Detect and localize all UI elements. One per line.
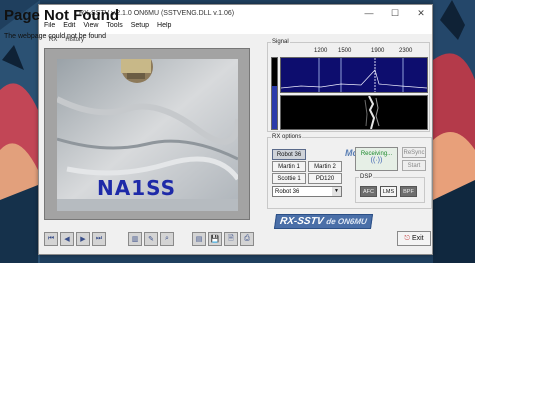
app-logo-suffix: de ON6MU xyxy=(325,217,368,226)
error-title: Page Not Found xyxy=(4,7,119,24)
antenna-icon: ((·)) xyxy=(370,157,383,164)
print-button[interactable]: ⎙ xyxy=(240,232,254,246)
edit-tool-button[interactable]: ✎ xyxy=(144,232,158,246)
first-image-button[interactable]: ⏮ xyxy=(44,232,58,246)
mode-select[interactable]: Robot 36 ▼ xyxy=(272,186,342,197)
spectrum-plot xyxy=(280,58,428,92)
rx-sstv-window: RX-SSTV v.2.1.0 ON6MU (SSTVENG.DLL v.1.0… xyxy=(38,4,433,255)
waterfall-display xyxy=(280,95,428,130)
freq-tick-1500: 1500 xyxy=(338,48,352,54)
received-image: NA1SS xyxy=(57,59,238,211)
next-image-button[interactable]: ▶ xyxy=(76,232,90,246)
mode-martin2-button[interactable]: Martin 2 xyxy=(308,161,342,172)
callsign-overlay: NA1SS xyxy=(97,176,177,200)
slant-tool-button[interactable]: ▥ xyxy=(128,232,142,246)
mode-pd120-button[interactable]: PD120 xyxy=(308,173,342,184)
file-tools: ▤ 💾 🗎 ⎙ xyxy=(192,232,254,246)
mode-robot36-button[interactable]: Robot 36 xyxy=(272,149,306,160)
app-logo-text: RX-SSTV xyxy=(279,216,325,227)
bpf-toggle[interactable]: BPF xyxy=(400,186,417,197)
exit-label: Exit xyxy=(411,235,424,242)
freq-tick-2300: 2300 xyxy=(399,48,413,54)
mode-select-value: Robot 36 xyxy=(275,188,300,195)
rx-options-group: RX options Robot 36 Martin 1 Martin 2 Sc… xyxy=(267,134,432,209)
save-button[interactable]: 💾 xyxy=(208,232,222,246)
waterfall-plot xyxy=(364,95,380,130)
close-button[interactable]: ✕ xyxy=(408,8,434,19)
signal-label: Signal xyxy=(271,39,290,45)
error-message: The webpage could not be found xyxy=(4,33,106,40)
history-nav: ⏮ ◀ ▶ ⏭ xyxy=(44,232,106,246)
menu-setup[interactable]: Setup xyxy=(131,22,149,34)
prev-image-button[interactable]: ◀ xyxy=(60,232,74,246)
exit-button[interactable]: ⎋ Exit xyxy=(397,231,431,246)
minimize-button[interactable]: — xyxy=(356,8,382,18)
freq-tick-1200: 1200 xyxy=(314,48,328,54)
level-meter-fill xyxy=(272,86,277,129)
image-tools: ▥ ✎ ⌕ xyxy=(128,232,174,246)
chevron-down-icon[interactable]: ▼ xyxy=(332,187,341,196)
resync-button[interactable]: ReSync xyxy=(402,147,426,158)
exit-icon: ⎋ xyxy=(404,234,410,242)
zoom-tool-button[interactable]: ⌕ xyxy=(160,232,174,246)
lms-toggle[interactable]: LMS xyxy=(380,186,397,197)
copy-button[interactable]: 🗎 xyxy=(224,232,238,246)
last-image-button[interactable]: ⏭ xyxy=(92,232,106,246)
dsp-label: DSP xyxy=(359,174,374,180)
level-meter xyxy=(271,57,278,130)
freq-tick-1900: 1900 xyxy=(371,48,385,54)
mode-martin1-button[interactable]: Martin 1 xyxy=(272,161,306,172)
open-button[interactable]: ▤ xyxy=(192,232,206,246)
image-frame: NA1SS xyxy=(44,48,250,220)
receiving-button[interactable]: Receiving... ((·)) xyxy=(355,147,398,171)
mode-scottie1-button[interactable]: Scottie 1 xyxy=(272,173,306,184)
signal-group: Signal 1200 1500 1900 2300 xyxy=(267,39,430,132)
dsp-group: DSP AFC LMS BPF xyxy=(355,174,425,203)
frequency-scale: 1200 1500 1900 2300 xyxy=(281,48,429,56)
app-logo: RX-SSTV de ON6MU xyxy=(273,214,373,229)
start-button[interactable]: Start xyxy=(402,160,426,171)
afc-toggle[interactable]: AFC xyxy=(360,186,377,197)
menu-help[interactable]: Help xyxy=(157,22,171,34)
maximize-button[interactable]: ☐ xyxy=(382,8,408,19)
spectrum-display xyxy=(280,57,428,93)
rx-options-label: RX options xyxy=(271,134,303,140)
